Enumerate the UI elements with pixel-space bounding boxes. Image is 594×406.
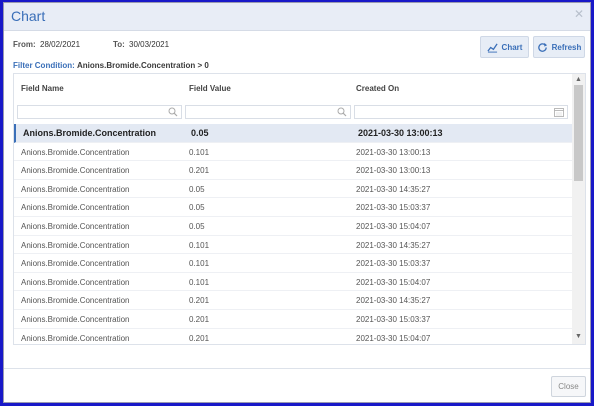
table-row[interactable]: Anions.Bromide.Concentration 0.05 2021-03-… (14, 198, 572, 217)
cell-field-name: Anions.Bromide.Concentration (21, 166, 130, 176)
vertical-scrollbar[interactable]: ▲ ▼ (572, 74, 585, 344)
table-row[interactable]: Anions.Bromide.Concentration 0.05 2021-03-… (14, 217, 572, 236)
refresh-button[interactable]: Refresh (533, 36, 585, 58)
filter-condition-value: Anions.Bromide.Concentration > 0 (77, 61, 209, 70)
cell-created-on: 2021-03-30 15:03:37 (356, 259, 431, 269)
column-header-created-on[interactable]: Created On (356, 84, 399, 93)
cell-field-value: 0.201 (189, 166, 210, 176)
column-header-field-name[interactable]: Field Name (21, 84, 64, 93)
dialog-title: Chart (11, 8, 46, 24)
cell-field-name: Anions.Bromide.Concentration (21, 221, 130, 231)
refresh-button-label: Refresh (551, 42, 582, 52)
cell-field-name: Anions.Bromide.Concentration (21, 296, 130, 306)
search-icon (337, 107, 347, 117)
cell-field-name: Anions.Bromide.Concentration (21, 184, 130, 194)
cell-field-name: Anions.Bromide.Concentration (21, 203, 130, 213)
cell-field-value: 0.05 (189, 203, 205, 213)
column-header-field-value[interactable]: Field Value (189, 84, 231, 93)
cell-created-on: 2021-03-30 15:03:37 (356, 203, 431, 213)
cell-created-on: 2021-03-30 13:00:13 (356, 166, 431, 176)
filter-condition-label: Filter Condition: (13, 61, 75, 70)
table-row[interactable]: Anions.Bromide.Concentration 0.201 2021-03… (14, 291, 572, 310)
cell-field-value: 0.05 (189, 221, 205, 231)
cell-field-value: 0.201 (189, 333, 210, 343)
cell-created-on: 2021-03-30 14:35:27 (356, 184, 431, 194)
cell-field-name: Anions.Bromide.Concentration (21, 240, 130, 250)
from-value: 28/02/2021 (40, 40, 81, 49)
table-row[interactable]: Anions.Bromide.Concentration 0.05 2021-03-… (14, 124, 572, 143)
line-chart-icon (486, 42, 498, 53)
from-label: From: (13, 40, 36, 49)
footer-divider (4, 368, 590, 369)
table-row[interactable]: Anions.Bromide.Concentration 0.05 2021-03-… (14, 180, 572, 199)
cell-field-name: Anions.Bromide.Concentration (21, 259, 130, 269)
grid-header: Field Name Field Value Created On (14, 74, 572, 104)
cell-field-value: 0.101 (189, 277, 210, 287)
cell-field-name: Anions.Bromide.Concentration (21, 147, 130, 157)
cell-created-on: 2021-03-30 14:35:27 (356, 240, 431, 250)
cell-field-value: 0.201 (189, 296, 210, 306)
created-on-filter-input[interactable] (354, 105, 568, 119)
cell-field-name: Anions.Bromide.Concentration (21, 333, 130, 343)
cell-created-on: 2021-03-30 14:35:27 (356, 296, 431, 306)
cell-field-name: Anions.Bromide.Concentration (23, 128, 157, 138)
field-name-filter-input[interactable] (17, 105, 182, 119)
cell-field-value: 0.101 (189, 240, 210, 250)
table-row[interactable]: Anions.Bromide.Concentration 0.101 2021-03… (14, 273, 572, 292)
refresh-icon (537, 42, 547, 52)
cell-field-name: Anions.Bromide.Concentration (21, 277, 130, 287)
scrollbar-thumb[interactable] (574, 85, 583, 181)
chart-dialog: Chart ✕ From: 28/02/2021 To: 30/03/2021 … (3, 2, 591, 403)
cell-field-value: 0.201 (189, 314, 210, 324)
table-row[interactable]: Anions.Bromide.Concentration 0.101 2021-03… (14, 254, 572, 273)
close-button[interactable]: Close (551, 376, 586, 397)
table-row[interactable]: Anions.Bromide.Concentration 0.101 2021-03… (14, 236, 572, 255)
grid-rows: Anions.Bromide.Concentration 0.05 2021-03-… (14, 124, 572, 344)
chart-button[interactable]: Chart (480, 36, 529, 58)
cell-field-value: 0.101 (189, 147, 210, 157)
cell-created-on: 2021-03-30 13:00:13 (358, 128, 443, 138)
cell-created-on: 2021-03-30 15:03:37 (356, 314, 431, 324)
cell-created-on: 2021-03-30 15:04:07 (356, 221, 431, 231)
close-icon[interactable]: ✕ (574, 7, 584, 21)
to-value: 30/03/2021 (129, 40, 170, 49)
cell-field-value: 0.05 (189, 184, 205, 194)
cell-field-name: Anions.Bromide.Concentration (21, 314, 130, 324)
calendar-icon[interactable] (554, 107, 564, 117)
scroll-up-icon[interactable]: ▲ (575, 76, 582, 83)
cell-field-value: 0.101 (189, 259, 210, 269)
cell-field-value: 0.05 (191, 128, 209, 138)
field-value-filter-input[interactable] (185, 105, 351, 119)
table-row[interactable]: Anions.Bromide.Concentration 0.201 2021-03… (14, 329, 572, 344)
data-grid: Field Name Field Value Created On Anions… (13, 73, 586, 345)
scroll-down-icon[interactable]: ▼ (575, 333, 582, 340)
cell-created-on: 2021-03-30 13:00:13 (356, 147, 431, 157)
to-label: To: (113, 40, 125, 49)
cell-created-on: 2021-03-30 15:04:07 (356, 277, 431, 287)
table-row[interactable]: Anions.Bromide.Concentration 0.201 2021-03… (14, 310, 572, 329)
search-icon (168, 107, 178, 117)
cell-created-on: 2021-03-30 15:04:07 (356, 333, 431, 343)
dialog-titlebar: Chart ✕ (4, 3, 590, 31)
chart-button-label: Chart (501, 42, 523, 52)
table-row[interactable]: Anions.Bromide.Concentration 0.201 2021-03… (14, 161, 572, 180)
table-row[interactable]: Anions.Bromide.Concentration 0.101 2021-03… (14, 143, 572, 162)
